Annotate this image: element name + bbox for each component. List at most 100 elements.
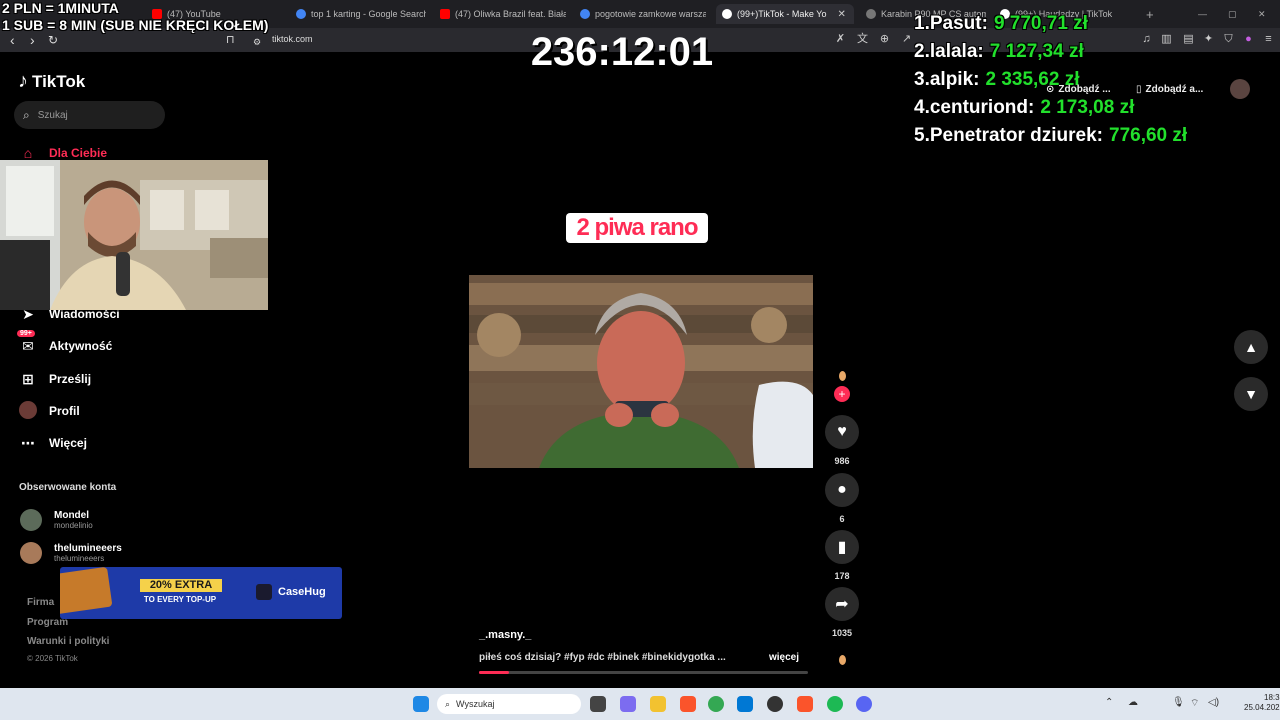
nav-upload[interactable]: ⊞ Prześlij	[19, 369, 91, 389]
tray-chevron-icon[interactable]: ⌃	[1105, 697, 1113, 708]
back-icon[interactable]: ‹	[10, 32, 15, 48]
comment-count: 6	[839, 514, 845, 524]
previous-video-button[interactable]: ▲	[1234, 330, 1268, 364]
search-input[interactable]: ⌕ Szukaj	[14, 101, 165, 129]
leaderboard-row: 2. lalala: 7 127,34 zł	[914, 38, 1187, 66]
get-coins-button[interactable]: ⊙ Zdobądź ...	[1046, 80, 1111, 98]
close-icon[interactable]: ✕	[837, 9, 845, 20]
clock-date: 25.04.2026	[1244, 703, 1280, 712]
chrome-icon[interactable]	[708, 696, 724, 712]
bookmark-icon[interactable]: ⊓	[226, 32, 235, 48]
pill-label: Zdobądź ...	[1058, 83, 1111, 95]
rank: 4.	[914, 97, 930, 118]
menu-icon[interactable]: ≡	[1262, 33, 1275, 46]
donor-name: centuriond:	[929, 97, 1035, 118]
donation-amount: 9 770,71 zł	[993, 13, 1088, 34]
share-icon[interactable]: ↗	[900, 33, 913, 46]
tab-google-karting[interactable]: top 1 karting - Google Search	[296, 4, 426, 24]
network-icon[interactable]: ⌔	[1190, 697, 1199, 710]
followed-account[interactable]: Mondel mondelinio	[20, 509, 93, 531]
youtube-icon	[440, 9, 450, 19]
brave-icon[interactable]	[797, 696, 813, 712]
footer-link-terms[interactable]: Warunki i polityki	[27, 636, 109, 647]
tiktok-logo[interactable]: ♪ TikTok	[18, 70, 85, 93]
donation-rate-line2: 1 SUB = 8 MIN (SUB NIE KRĘCI KOŁEM)	[2, 17, 269, 33]
more-dots-icon: ⋯	[21, 434, 35, 451]
logo-text: TikTok	[32, 71, 86, 91]
page-icon	[866, 9, 876, 19]
next-video-button[interactable]: ▼	[1234, 377, 1268, 411]
video-frame[interactable]	[469, 275, 813, 468]
microphone-icon[interactable]: 🎙	[1172, 697, 1185, 708]
music-disc-icon[interactable]	[839, 655, 846, 665]
share-count: 1035	[831, 628, 853, 638]
follow-plus-icon[interactable]: +	[834, 386, 850, 402]
account-name: thelumineeers	[54, 543, 122, 554]
video-author[interactable]: _.masny._	[479, 629, 531, 641]
tab-youtube-oliwka[interactable]: (47) Oliwka Brazil feat. Białas -	[440, 4, 566, 24]
spotify-icon[interactable]	[827, 696, 843, 712]
donor-name: Penetrator dziurek:	[929, 125, 1104, 146]
obs-icon[interactable]	[767, 696, 783, 712]
comment-button[interactable]: ● 6	[825, 473, 859, 524]
site-info-icon[interactable]: ⚙	[253, 34, 261, 50]
account-handle: mondelinio	[54, 521, 93, 530]
zoom-icon[interactable]: ⊕	[878, 33, 891, 46]
rank: 5.	[914, 125, 930, 146]
activity-badge: 99+	[17, 329, 35, 337]
translate-icon[interactable]: 文	[856, 33, 869, 46]
rank: 2.	[914, 41, 930, 62]
discord-icon[interactable]	[856, 696, 872, 712]
tray-app-icon[interactable]: ☁	[1128, 697, 1138, 708]
reload-icon[interactable]: ↻	[48, 32, 58, 48]
shield-icon[interactable]: ⛉	[1222, 33, 1235, 46]
clock-time: 18:32	[1264, 693, 1280, 702]
rank: 3.	[914, 69, 930, 90]
tab-google-pogotowie[interactable]: pogotowie zamkowe warszawa	[580, 4, 706, 24]
extensions-icon[interactable]: ✦	[1202, 33, 1215, 46]
store-icon[interactable]	[737, 696, 753, 712]
copilot-icon[interactable]	[620, 696, 636, 712]
tab-label: top 1 karting - Google Search	[311, 9, 426, 19]
nav-label: Aktywność	[49, 339, 113, 353]
home-icon: ⌂	[23, 145, 33, 161]
search-placeholder: Szukaj	[37, 109, 68, 121]
windows-start-icon[interactable]	[413, 696, 429, 712]
progress-fill	[479, 671, 509, 674]
nav-profile[interactable]: Profil	[19, 400, 80, 421]
forward-icon[interactable]: ›	[30, 32, 35, 48]
window-close-button[interactable]: ✕	[1258, 4, 1272, 24]
get-app-button[interactable]: ▯ Zdobądź a...	[1136, 80, 1203, 98]
video-progress-bar[interactable]	[479, 671, 808, 674]
tab-tiktok-active[interactable]: (99+)TikTok - Make Yo ✕	[716, 4, 854, 24]
creator-avatar[interactable]	[839, 371, 846, 381]
nav-activity[interactable]: ✉ 99+ Aktywność	[17, 329, 113, 356]
nav-more[interactable]: ⋯ Więcej	[19, 433, 87, 453]
donation-amount: 7 127,34 zł	[989, 41, 1084, 62]
followed-account[interactable]: thelumineeers thelumineeers	[20, 542, 122, 564]
volume-icon[interactable]: ◁)	[1208, 697, 1219, 708]
taskbar-search[interactable]: ⌕ Wyszukaj	[437, 694, 581, 714]
maximize-button[interactable]: ▢	[1228, 4, 1242, 24]
minimize-button[interactable]: —	[1198, 4, 1212, 24]
file-explorer-icon[interactable]	[650, 696, 666, 712]
share-button[interactable]: ➦ 1035	[825, 587, 859, 638]
user-avatar[interactable]	[1230, 79, 1250, 99]
brave-icon[interactable]	[680, 696, 696, 712]
more-button[interactable]: więcej	[769, 652, 799, 663]
tab-label: (47) Oliwka Brazil feat. Białas -	[455, 9, 566, 19]
mute-icon[interactable]: ✗	[834, 33, 847, 46]
copyright: © 2026 TikTok	[27, 654, 78, 663]
nav-label: Więcej	[49, 436, 87, 450]
taskbar-search-label: Wyszukaj	[456, 699, 495, 709]
task-view-icon[interactable]	[590, 696, 606, 712]
footer-link-company[interactable]: Firma	[27, 597, 54, 608]
avatar	[20, 509, 42, 531]
url-text[interactable]: tiktok.com	[272, 34, 313, 44]
donor-name: lalala:	[929, 41, 984, 62]
casehug-ad-banner[interactable]: 20% EXTRA TO EVERY TOP-UP CaseHug	[60, 567, 342, 619]
brave-ai-icon[interactable]: ●	[1242, 33, 1255, 46]
like-button[interactable]: ♥ 986	[825, 415, 859, 466]
system-clock[interactable]: 18:3225.04.2026	[1244, 693, 1280, 713]
save-button[interactable]: ▮ 178	[825, 530, 859, 581]
